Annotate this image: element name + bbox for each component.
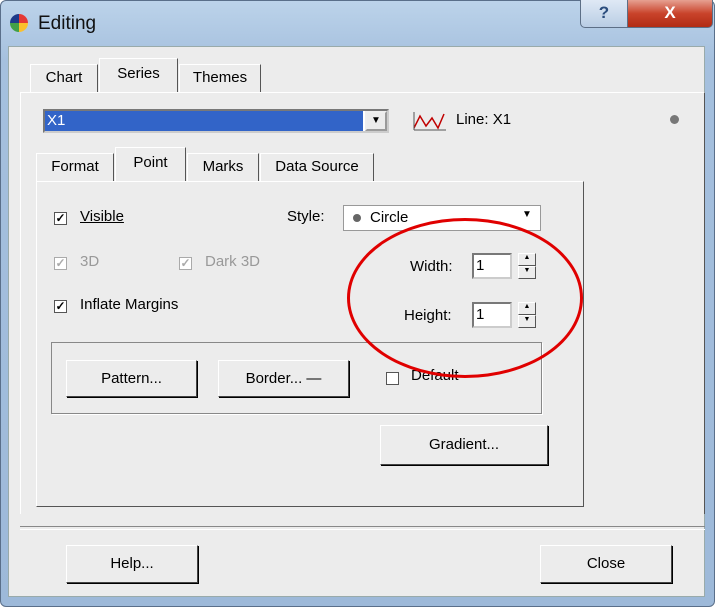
tab-point[interactable]: Point: [115, 147, 186, 181]
title-bar[interactable]: Editing ? X: [0, 0, 715, 46]
border-button-label: Border...: [245, 370, 303, 387]
series-type-label: Line: X1: [456, 111, 512, 128]
close-button[interactable]: Close: [540, 545, 672, 583]
threed-label: 3D: [80, 253, 100, 270]
inflate-margins-checkbox[interactable]: ✓: [54, 300, 67, 313]
dark3d-checkbox[interactable]: ✓: [179, 257, 192, 270]
series-color-dot: [670, 115, 679, 124]
chevron-down-icon[interactable]: ▼: [365, 111, 387, 131]
tab-themes[interactable]: Themes: [179, 64, 261, 92]
border-line-icon: —: [302, 370, 322, 387]
visible-checkbox[interactable]: ✓: [54, 212, 67, 225]
visible-label: Visible: [80, 208, 124, 225]
tab-format[interactable]: Format: [36, 153, 114, 181]
line-series-icon: [413, 112, 446, 131]
inflate-margins-label: Inflate Margins: [80, 296, 179, 313]
default-checkbox[interactable]: [386, 372, 399, 385]
tab-marks[interactable]: Marks: [187, 153, 259, 181]
chevron-down-icon[interactable]: ▼: [522, 209, 532, 220]
dark3d-label: Dark 3D: [205, 253, 261, 270]
annotation-circle: [347, 218, 583, 378]
tab-series[interactable]: Series: [99, 58, 178, 92]
footer-separator: [20, 526, 705, 530]
tab-data-source[interactable]: Data Source: [260, 153, 374, 181]
pattern-button[interactable]: Pattern...: [66, 360, 197, 397]
series-select[interactable]: X1 ▼: [43, 109, 389, 133]
border-button[interactable]: Border... —: [218, 360, 349, 397]
tab-chart[interactable]: Chart: [30, 64, 98, 92]
close-title-button[interactable]: X: [627, 0, 713, 28]
help-button[interactable]: Help...: [66, 545, 198, 583]
help-title-button[interactable]: ?: [580, 0, 628, 28]
app-icon: [10, 14, 28, 32]
threed-checkbox[interactable]: ✓: [54, 257, 67, 270]
gradient-button[interactable]: Gradient...: [380, 425, 548, 465]
style-label: Style:: [287, 208, 325, 225]
window-title: Editing: [38, 13, 97, 34]
style-value: Circle: [370, 209, 409, 226]
circle-style-icon: [353, 214, 361, 222]
series-select-value: X1: [45, 111, 363, 131]
